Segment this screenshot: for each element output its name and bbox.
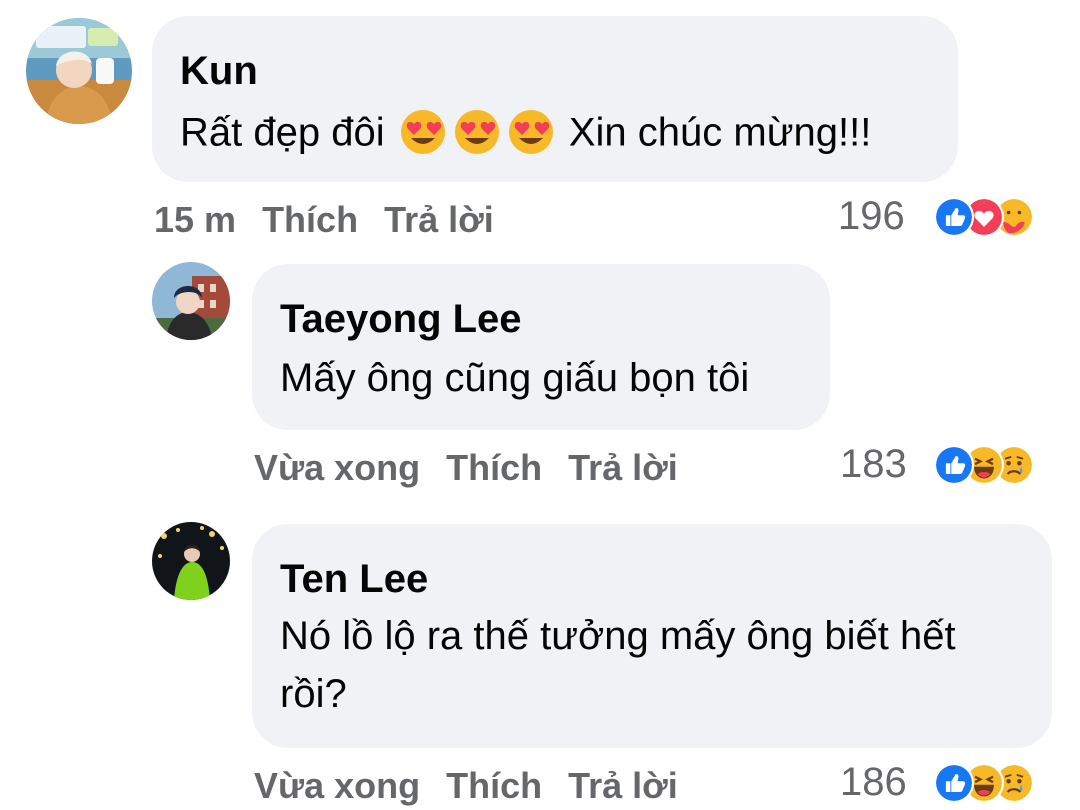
avatar-taeyong-lee[interactable] (152, 262, 230, 340)
comment-actions: Vừa xong Thích Trả lời (254, 764, 704, 808)
comment-author[interactable]: Taeyong Lee (280, 296, 522, 342)
comment-text: Nó lồ lộ ra thế tưởng mấy ông biết hết r… (280, 607, 956, 723)
avatar-kun[interactable] (26, 18, 132, 124)
reply-button[interactable]: Trả lời (568, 446, 678, 490)
reaction-summary[interactable] (934, 445, 1054, 485)
reaction-count[interactable]: 186 (840, 760, 907, 804)
heart-eyes-emoji-icon (399, 108, 447, 156)
avatar-ten-lee[interactable] (152, 522, 230, 600)
reaction-count[interactable]: 183 (840, 442, 907, 486)
like-icon (934, 763, 974, 803)
comment-text-line-2: rồi? (280, 672, 347, 716)
comment-timestamp[interactable]: Vừa xong (254, 446, 420, 490)
reply-button[interactable]: Trả lời (384, 198, 494, 242)
comment-actions: Vừa xong Thích Trả lời (254, 446, 704, 490)
comment-timestamp[interactable]: Vừa xong (254, 764, 420, 808)
heart-eyes-emoji-icon (507, 108, 555, 156)
comment-actions: 15 m Thích Trả lời (154, 198, 520, 242)
comment-author[interactable]: Kun (180, 48, 258, 94)
reaction-count[interactable]: 196 (838, 194, 905, 238)
comment-taeyong-lee: Taeyong Lee Mấy ông cũng giấu bọn tôi Vừ… (0, 250, 1080, 510)
comment-thread: Kun Rất đẹp đôi Xin chúc mừng!!! 15 m Th… (0, 0, 1080, 810)
reaction-summary[interactable] (934, 197, 1054, 237)
reaction-summary[interactable] (934, 763, 1054, 803)
comment-text-start: Rất đẹp đôi (180, 110, 385, 155)
heart-eyes-emoji-icon (453, 108, 501, 156)
comment-ten-lee: Ten Lee Nó lồ lộ ra thế tưởng mấy ông bi… (0, 510, 1080, 810)
like-button[interactable]: Thích (446, 764, 542, 808)
comment-kun: Kun Rất đẹp đôi Xin chúc mừng!!! 15 m Th… (0, 0, 1080, 250)
comment-timestamp[interactable]: 15 m (154, 198, 236, 242)
reply-button[interactable]: Trả lời (568, 764, 678, 808)
like-button[interactable]: Thích (262, 198, 358, 242)
comment-text-end: Xin chúc mừng!!! (568, 110, 872, 155)
like-icon (934, 445, 974, 485)
like-button[interactable]: Thích (446, 446, 542, 490)
comment-text-line-1: Nó lồ lộ ra thế tưởng mấy ông biết hết (280, 614, 956, 658)
comment-text: Mấy ông cũng giấu bọn tôi (280, 356, 750, 400)
comment-author[interactable]: Ten Lee (280, 556, 428, 602)
comment-text: Rất đẹp đôi Xin chúc mừng!!! (180, 101, 871, 161)
like-icon (934, 197, 974, 237)
